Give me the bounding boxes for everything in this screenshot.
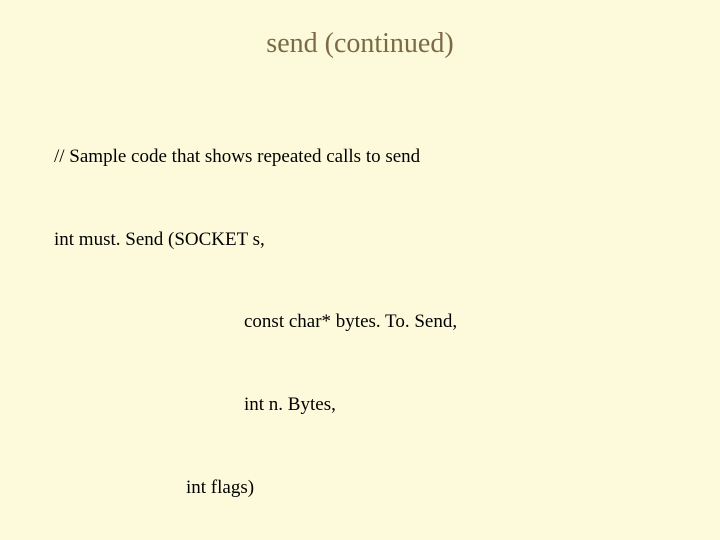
slide: send (continued) // Sample code that sho… bbox=[0, 0, 720, 540]
code-line: int n. Bytes, bbox=[54, 391, 666, 419]
code-line: int must. Send (SOCKET s, bbox=[54, 226, 666, 254]
slide-title: send (continued) bbox=[54, 28, 666, 60]
code-line: int flags) bbox=[54, 474, 666, 502]
code-line: const char* bytes. To. Send, bbox=[54, 308, 666, 336]
code-line: // Sample code that shows repeated calls… bbox=[54, 143, 666, 171]
code-block: // Sample code that shows repeated calls… bbox=[54, 88, 666, 540]
